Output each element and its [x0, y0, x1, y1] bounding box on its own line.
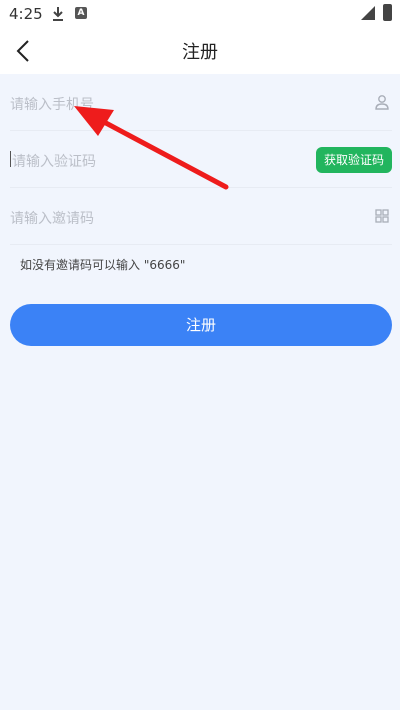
- register-screen: 4:25 A 注册 请输入手机号 请输入验证码 获取验证码 请输入邀请码 如没有…: [0, 0, 400, 710]
- status-bar: 4:25 A: [0, 0, 400, 28]
- header: 注册: [0, 28, 400, 74]
- app-notification-icon: A: [75, 7, 87, 19]
- page-title: 注册: [182, 42, 218, 63]
- code-input[interactable]: 请输入验证码: [12, 151, 96, 171]
- user-icon: [375, 95, 389, 110]
- register-button[interactable]: 注册: [10, 304, 392, 346]
- invite-field[interactable]: 请输入邀请码: [10, 188, 392, 245]
- get-code-button[interactable]: 获取验证码: [316, 147, 392, 173]
- signal-icon: [361, 6, 375, 20]
- grid-icon: [375, 209, 389, 223]
- phone-field[interactable]: 请输入手机号: [10, 74, 392, 131]
- phone-input[interactable]: 请输入手机号: [10, 94, 94, 114]
- download-icon: [53, 7, 63, 21]
- status-time: 4:25: [9, 5, 43, 23]
- battery-icon: [383, 4, 392, 21]
- form-area: 请输入手机号 请输入验证码 获取验证码 请输入邀请码 如没有邀请码可以输入 "6…: [0, 74, 400, 710]
- invite-hint: 如没有邀请码可以输入 "6666": [20, 258, 186, 272]
- text-cursor: [10, 151, 11, 167]
- invite-input[interactable]: 请输入邀请码: [10, 208, 94, 228]
